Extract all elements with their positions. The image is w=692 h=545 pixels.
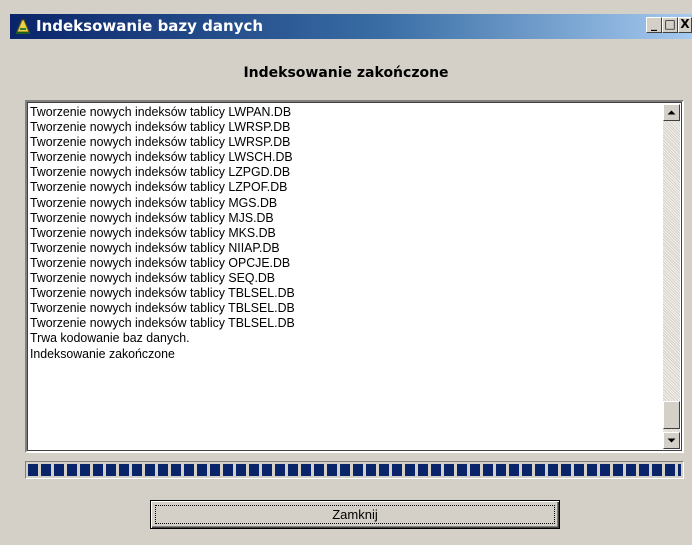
progress-bar [25,461,684,479]
log-line: Tworzenie nowych indeksów tablicy MKS.DB [30,224,276,240]
log-lines: Tworzenie nowych indeksów tablicy LWPAN.… [30,104,662,361]
log-line: Tworzenie nowych indeksów tablicy OPCJE.… [30,254,291,270]
log-line: Tworzenie nowych indeksów tablicy TBLSEL… [30,300,295,316]
log-line: Tworzenie nowych indeksów tablicy NIIAP.… [30,239,280,255]
progress-fill [28,464,681,476]
arrow-up-icon [667,110,676,115]
scroll-up-button[interactable] [663,104,680,121]
log-line: Trwa kodowanie baz danych. [30,330,190,346]
close-window-button[interactable]: X [678,17,692,33]
scroll-down-button[interactable] [663,432,680,449]
status-heading: Indeksowanie zakończone [243,65,449,81]
maximize-icon: □ [664,17,676,31]
maximize-button[interactable]: □ [662,17,678,33]
app-icon [16,19,30,34]
log-line: Tworzenie nowych indeksów tablicy LWSCH.… [30,149,293,165]
close-button-label: Zamknij [332,507,378,522]
vertical-scrollbar[interactable] [663,104,680,449]
title-bar[interactable]: Indeksowanie bazy danych _ □ X [10,14,692,39]
minimize-icon: _ [651,17,657,31]
minimize-button[interactable]: _ [646,17,662,33]
log-line: Tworzenie nowych indeksów tablicy LZPGD.… [30,164,291,180]
scroll-thumb[interactable] [663,401,680,429]
window-title: Indeksowanie bazy danych [36,17,264,35]
log-line: Tworzenie nowych indeksów tablicy TBLSEL… [30,285,295,301]
log-line: Indeksowanie zakończone [30,345,175,361]
log-listbox[interactable]: Tworzenie nowych indeksów tablicy LWPAN.… [25,100,684,453]
close-icon: X [680,17,690,31]
log-line: Tworzenie nowych indeksów tablicy MJS.DB [30,209,274,225]
arrow-down-icon [667,438,676,443]
log-line: Tworzenie nowych indeksów tablicy LWRSP.… [30,119,291,135]
log-line: Tworzenie nowych indeksów tablicy SEQ.DB [30,270,276,286]
log-line: Tworzenie nowych indeksów tablicy LWRSP.… [30,134,291,150]
log-line: Tworzenie nowych indeksów tablicy LZPOF.… [30,179,288,195]
log-line: Tworzenie nowych indeksów tablicy TBLSEL… [30,315,295,331]
log-line: Tworzenie nowych indeksów tablicy MGS.DB [30,194,278,210]
dialog-window: Indeksowanie bazy danych _ □ X Indeksowa… [0,0,692,545]
close-button[interactable]: Zamknij [150,500,560,529]
log-line: Tworzenie nowych indeksów tablicy LWPAN.… [30,104,292,119]
